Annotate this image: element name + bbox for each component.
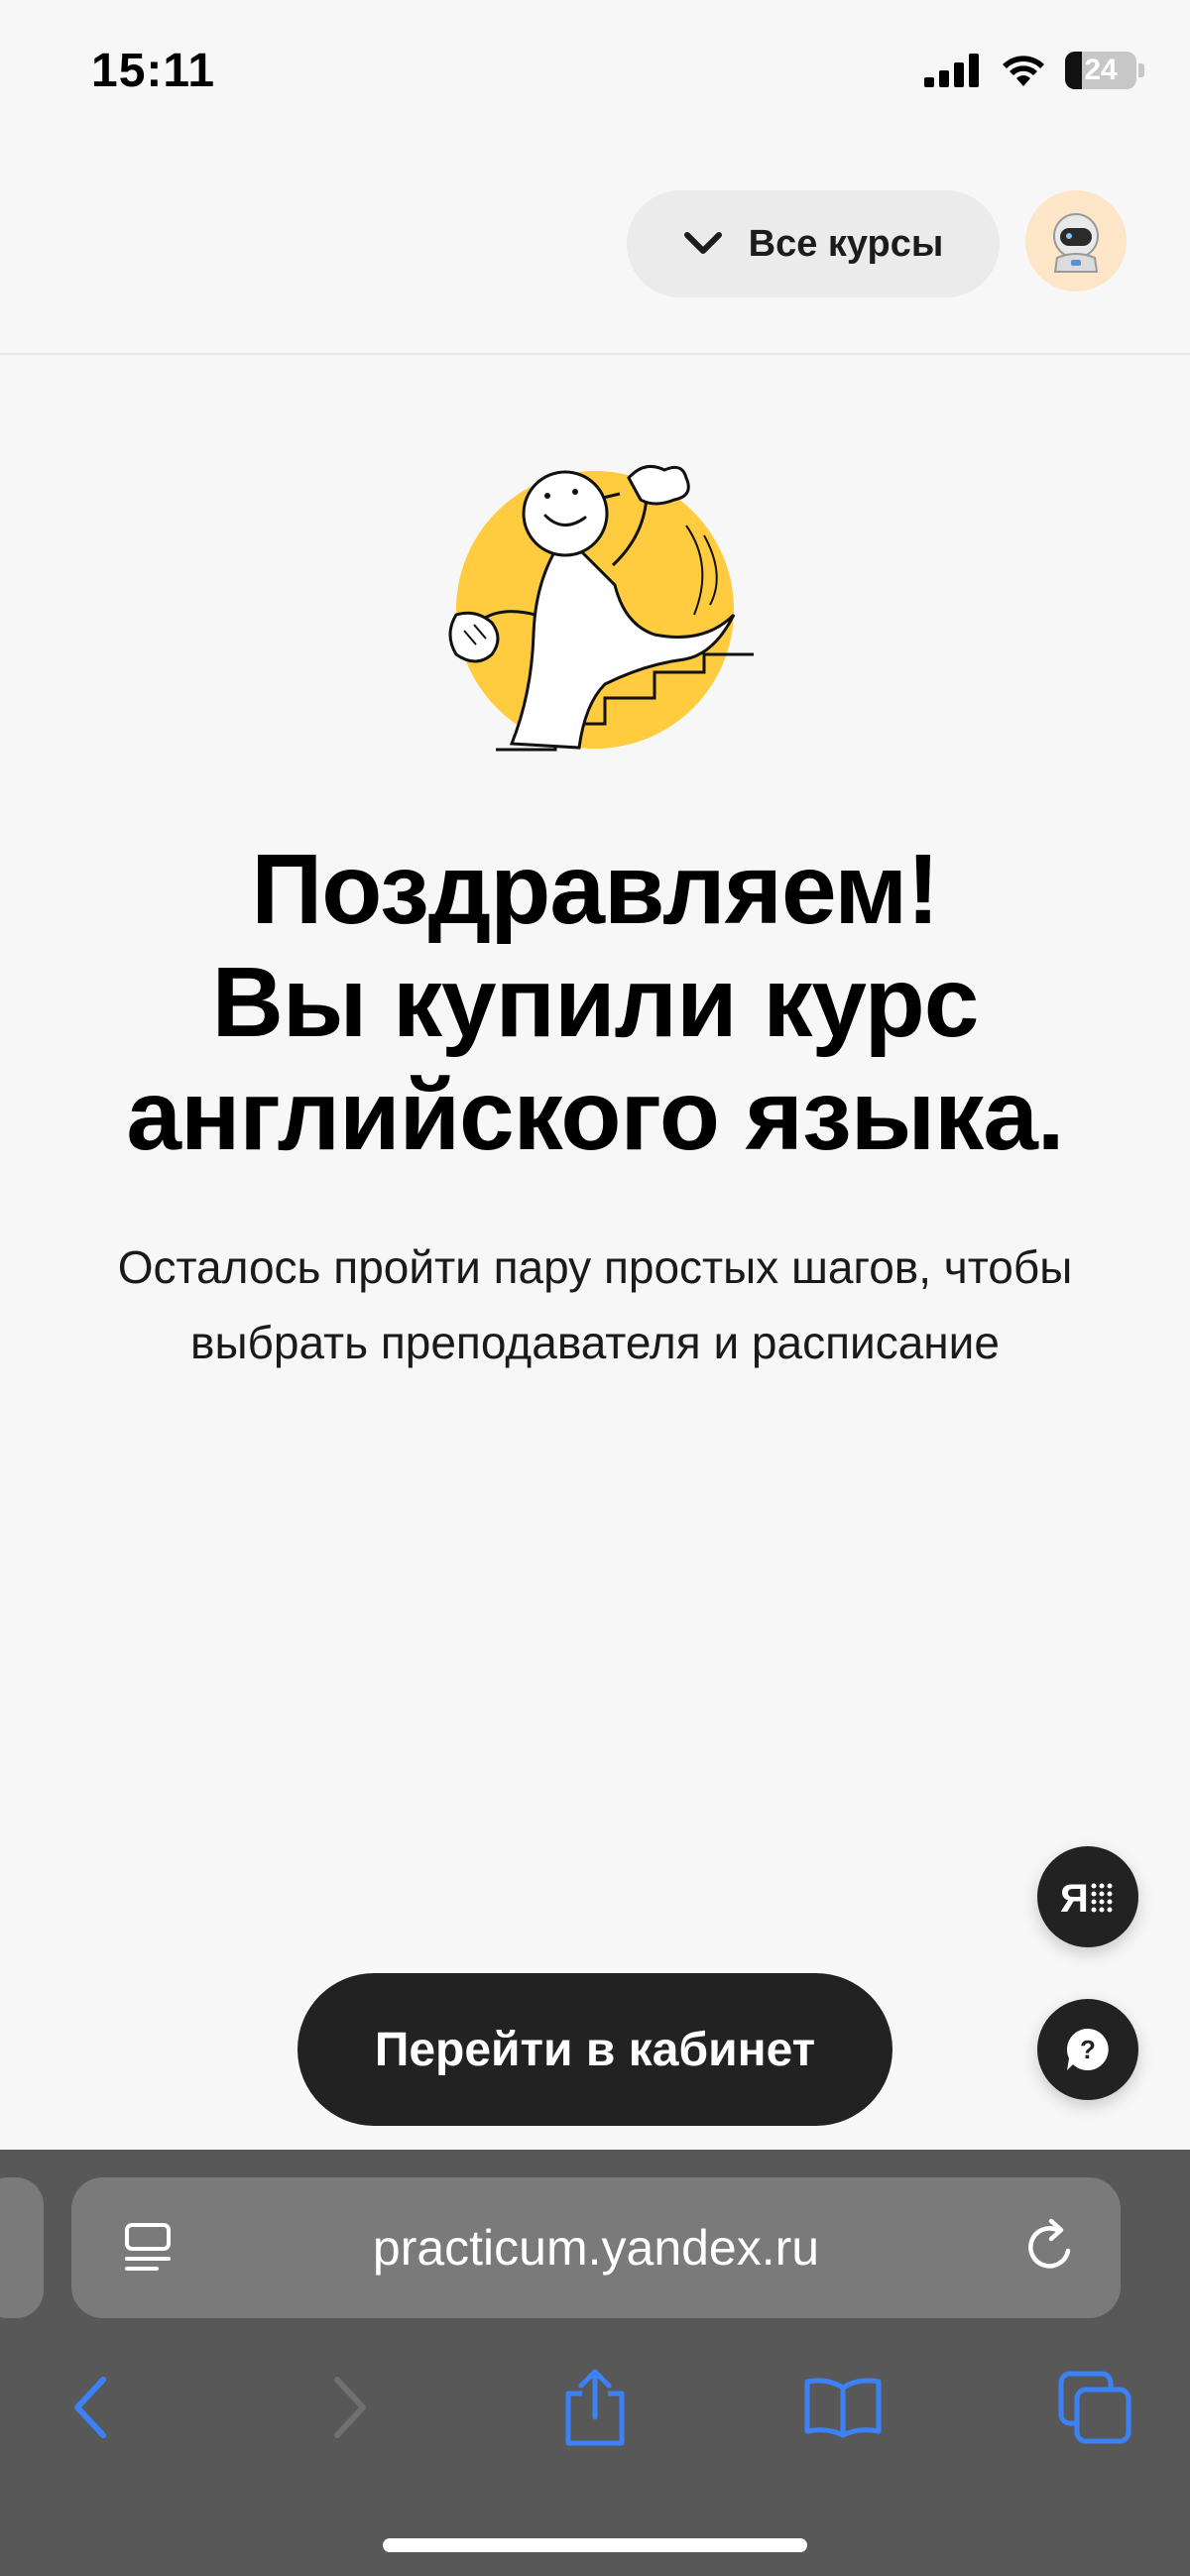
chevron-down-icon [683, 232, 722, 254]
svg-text:Я: Я [1060, 1877, 1089, 1921]
url-text: practicum.yandex.ru [372, 2220, 820, 2276]
home-indicator[interactable] [383, 2538, 807, 2552]
browser-nav-toolbar [0, 2358, 1190, 2477]
tabs-button[interactable] [1045, 2358, 1144, 2457]
previous-tab-preview[interactable] [0, 2177, 44, 2318]
help-icon: ? [1066, 2029, 1109, 2070]
go-to-cabinet-button[interactable]: Перейти в кабинет [298, 1973, 892, 2126]
page-header: Все курсы [0, 139, 1190, 355]
battery-icon: 24 [1065, 52, 1144, 89]
status-bar: 15:11 24 [0, 0, 1190, 139]
alice-assistant-button[interactable]: Я [1037, 1846, 1138, 1947]
title-line: английского языка. [126, 1060, 1064, 1171]
status-time: 15:11 [91, 45, 216, 97]
all-courses-button[interactable]: Все курсы [627, 190, 1000, 297]
battery-level: 24 [1084, 54, 1118, 86]
forward-button[interactable] [299, 2358, 399, 2457]
subtitle-line: Осталось пройти пару простых шагов, чтоб… [117, 1241, 1073, 1293]
bookmarks-button[interactable] [793, 2358, 892, 2457]
address-bar[interactable]: practicum.yandex.ru [71, 2177, 1121, 2318]
status-icons: 24 [924, 52, 1144, 89]
title-line: Поздравляем! [251, 834, 939, 945]
reader-icon[interactable] [123, 2221, 173, 2277]
tabs-icon [1058, 2371, 1131, 2444]
share-icon [565, 2369, 625, 2446]
forward-icon [334, 2377, 366, 2438]
help-chat-button[interactable]: ? [1037, 1999, 1138, 2100]
share-button[interactable] [545, 2358, 645, 2457]
reload-icon[interactable] [1021, 2217, 1079, 2277]
title-line: Вы купили курс [211, 947, 980, 1058]
svg-text:?: ? [1080, 2035, 1096, 2064]
alice-icon: Я [1060, 1877, 1113, 1921]
browser-toolbar: practicum.yandex.ru [0, 2150, 1190, 2576]
celebration-illustration [448, 464, 754, 752]
back-icon [74, 2377, 106, 2438]
page-title: Поздравляем! Вы купили курс английского … [0, 833, 1190, 1172]
bookmarks-icon [804, 2378, 882, 2438]
astronaut-avatar-icon [1053, 213, 1099, 273]
wifi-icon [1003, 56, 1044, 86]
subtitle-line: выбрать преподавателя и расписание [190, 1317, 1000, 1368]
page-subtitle: Осталось пройти пару простых шагов, чтоб… [40, 1229, 1150, 1380]
all-courses-label: Все курсы [748, 222, 944, 265]
signal-icon [924, 54, 979, 87]
back-button[interactable] [42, 2358, 141, 2457]
avatar[interactable] [1025, 190, 1127, 292]
